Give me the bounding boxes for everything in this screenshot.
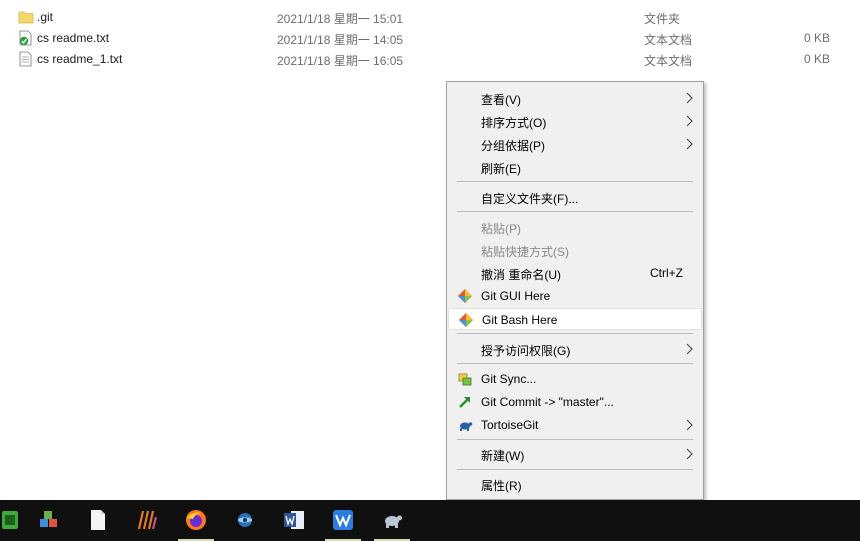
menu-item-label: 分组依据(P) bbox=[481, 139, 545, 153]
taskbar bbox=[0, 500, 860, 541]
menu-item-label: Git GUI Here bbox=[481, 289, 551, 303]
menu-item-paste-shortcut[interactable]: 粘贴快捷方式(S) bbox=[448, 239, 702, 261]
git-sync-icon bbox=[457, 371, 473, 387]
text-file-icon bbox=[18, 51, 32, 67]
menu-item-label: 自定义文件夹(F)... bbox=[481, 192, 579, 206]
taskbar-item-package[interactable] bbox=[29, 500, 69, 541]
menu-separator bbox=[457, 211, 693, 212]
file-name: cs readme_1.txt bbox=[37, 52, 123, 66]
menu-item-label: 授予访问权限(G) bbox=[481, 344, 571, 358]
menu-item-label: TortoiseGit bbox=[481, 418, 539, 432]
tortoisegit-icon bbox=[457, 417, 473, 433]
chevron-right-icon bbox=[686, 448, 693, 460]
file-date: 2021/1/18 星期一 15:01 bbox=[277, 12, 404, 26]
menu-item-label: 查看(V) bbox=[481, 93, 521, 107]
file-type: 文本文档 bbox=[644, 33, 693, 47]
package-cubes-icon bbox=[40, 511, 57, 527]
menu-item-grant-access[interactable]: 授予访问权限(G) bbox=[448, 338, 702, 360]
menu-separator bbox=[457, 181, 693, 182]
menu-item-customize-folder[interactable]: 自定义文件夹(F)... bbox=[448, 186, 702, 208]
menu-item-properties[interactable]: 属性(R) bbox=[448, 473, 702, 495]
menu-item-label: 新建(W) bbox=[481, 449, 525, 463]
taskbar-item-tortoisegit[interactable] bbox=[372, 500, 412, 541]
menu-separator bbox=[457, 469, 693, 470]
menu-item-refresh[interactable]: 刷新(E) bbox=[448, 156, 702, 178]
taskbar-item-notepad[interactable] bbox=[78, 500, 118, 541]
menu-item-label: 粘贴快捷方式(S) bbox=[481, 245, 569, 259]
word-icon bbox=[284, 511, 304, 529]
menu-item-tortoisegit[interactable]: TortoiseGit bbox=[448, 414, 702, 436]
folder-icon bbox=[18, 9, 34, 25]
taskbar-item-wps[interactable] bbox=[323, 500, 363, 541]
chevron-right-icon bbox=[686, 419, 693, 431]
file-size: 0 KB bbox=[803, 31, 830, 45]
context-menu: 查看(V) 排序方式(O) 分组依据(P) 刷新(E) 自定义文件夹(F)...… bbox=[446, 81, 704, 500]
git-diamond-icon bbox=[457, 288, 473, 304]
commit-arrow-icon bbox=[457, 394, 473, 410]
menu-item-view[interactable]: 查看(V) bbox=[448, 87, 702, 109]
menu-item-label: Git Bash Here bbox=[482, 313, 558, 327]
menu-item-label: 撤消 重命名(U) bbox=[481, 268, 561, 282]
chevron-right-icon bbox=[686, 115, 693, 127]
menu-item-sort-by[interactable]: 排序方式(O) bbox=[448, 110, 702, 132]
file-row-cs-readme[interactable]: cs readme.txt 2021/1/18 星期一 14:05 文本文档 0… bbox=[0, 28, 860, 49]
stripes-app-icon bbox=[137, 510, 158, 530]
chevron-right-icon bbox=[686, 92, 693, 104]
menu-separator bbox=[457, 439, 693, 440]
menu-item-group-by[interactable]: 分组依据(P) bbox=[448, 133, 702, 155]
file-date: 2021/1/18 星期一 14:05 bbox=[277, 33, 404, 47]
file-type: 文件夹 bbox=[644, 12, 681, 26]
chevron-right-icon bbox=[686, 343, 693, 355]
menu-item-undo-rename[interactable]: 撤消 重命名(U) Ctrl+Z bbox=[448, 262, 702, 284]
taskbar-item-word[interactable] bbox=[274, 500, 314, 541]
taskbar-item-green-app[interactable] bbox=[0, 500, 30, 541]
file-row-cs-readme-1[interactable]: cs readme_1.txt 2021/1/18 星期一 16:05 文本文档… bbox=[0, 49, 860, 70]
notepad-document-icon bbox=[91, 510, 105, 530]
taskbar-item-globe-app[interactable] bbox=[225, 500, 265, 541]
menu-separator bbox=[457, 363, 693, 364]
menu-item-label: Git Sync... bbox=[481, 372, 537, 386]
menu-item-paste[interactable]: 粘贴(P) bbox=[448, 216, 702, 238]
git-diamond-icon bbox=[458, 312, 474, 328]
firefox-icon bbox=[186, 510, 206, 530]
taskbar-item-firefox[interactable] bbox=[176, 500, 216, 541]
file-type: 文本文档 bbox=[644, 54, 693, 68]
chevron-right-icon bbox=[686, 138, 693, 150]
menu-separator bbox=[457, 333, 693, 334]
globe-app-icon bbox=[238, 513, 252, 527]
menu-item-label: 属性(R) bbox=[481, 479, 522, 493]
wps-icon bbox=[333, 510, 353, 530]
keyboard-shortcut: Ctrl+Z bbox=[650, 266, 683, 280]
menu-item-label: 刷新(E) bbox=[481, 162, 521, 176]
tortoisegit-icon bbox=[385, 515, 402, 528]
git-clean-text-file-icon bbox=[18, 30, 32, 46]
menu-item-label: 粘贴(P) bbox=[481, 222, 521, 236]
menu-item-label: 排序方式(O) bbox=[481, 116, 547, 130]
menu-item-git-commit[interactable]: Git Commit -> "master"... bbox=[448, 391, 702, 413]
file-date: 2021/1/18 星期一 16:05 bbox=[277, 54, 404, 68]
menu-item-new[interactable]: 新建(W) bbox=[448, 443, 702, 465]
file-name: .git bbox=[37, 10, 54, 24]
menu-item-git-gui[interactable]: Git GUI Here bbox=[448, 285, 702, 307]
menu-item-git-sync[interactable]: Git Sync... bbox=[448, 368, 702, 390]
file-size: 0 KB bbox=[803, 52, 830, 66]
taskbar-item-stripes[interactable] bbox=[127, 500, 167, 541]
menu-item-label: Git Commit -> "master"... bbox=[481, 395, 614, 409]
menu-item-git-bash[interactable]: Git Bash Here bbox=[448, 308, 702, 330]
green-app-icon bbox=[2, 511, 18, 529]
file-name: cs readme.txt bbox=[37, 31, 110, 45]
file-row-git-folder[interactable]: .git 2021/1/18 星期一 15:01 文件夹 bbox=[0, 7, 860, 28]
